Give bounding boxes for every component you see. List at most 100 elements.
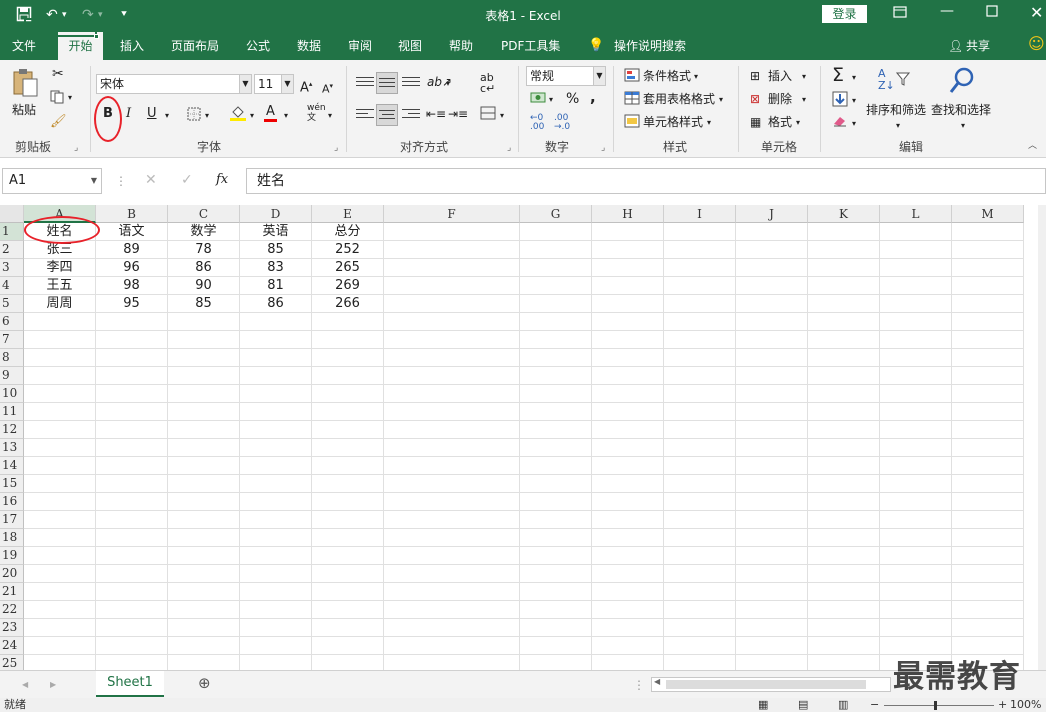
cell-e15[interactable] — [312, 475, 384, 493]
increase-decimal-icon[interactable]: ←0.00 — [530, 114, 544, 132]
tab-formulas[interactable]: 公式 — [246, 38, 270, 54]
cell-f25[interactable] — [384, 655, 520, 670]
cell-m5[interactable] — [952, 295, 1024, 313]
cancel-formula-icon[interactable]: ✕ — [145, 172, 157, 188]
cell-l17[interactable] — [880, 511, 952, 529]
prev-sheet-icon[interactable]: ◀ — [22, 677, 28, 693]
cell-f11[interactable] — [384, 403, 520, 421]
cell-c8[interactable] — [168, 349, 240, 367]
cell-e3[interactable]: 265 — [312, 259, 384, 277]
cell-g1[interactable] — [520, 223, 592, 241]
cell-h6[interactable] — [592, 313, 664, 331]
cell-e24[interactable] — [312, 637, 384, 655]
cell-d12[interactable] — [240, 421, 312, 439]
cell-j5[interactable] — [736, 295, 808, 313]
cell-f10[interactable] — [384, 385, 520, 403]
align-center-icon[interactable] — [376, 104, 398, 126]
cell-g19[interactable] — [520, 547, 592, 565]
cell-k25[interactable] — [808, 655, 880, 670]
cell-d25[interactable] — [240, 655, 312, 670]
cell-e4[interactable]: 269 — [312, 277, 384, 295]
cell-k8[interactable] — [808, 349, 880, 367]
cell-f6[interactable] — [384, 313, 520, 331]
format-as-table-dropdown-icon[interactable]: ▾ — [719, 92, 723, 108]
cell-m16[interactable] — [952, 493, 1024, 511]
clear-dropdown-icon[interactable]: ▾ — [852, 116, 856, 132]
cell-d13[interactable] — [240, 439, 312, 457]
cell-b11[interactable] — [96, 403, 168, 421]
cell-a24[interactable] — [24, 637, 96, 655]
cell-h16[interactable] — [592, 493, 664, 511]
cell-l2[interactable] — [880, 241, 952, 259]
cell-d4[interactable]: 81 — [240, 277, 312, 295]
cell-h9[interactable] — [592, 367, 664, 385]
comma-button[interactable]: , — [590, 89, 596, 105]
cell-i1[interactable] — [664, 223, 736, 241]
cut-icon[interactable]: ✂ — [52, 66, 64, 82]
cell-j12[interactable] — [736, 421, 808, 439]
cell-j23[interactable] — [736, 619, 808, 637]
row-header-6[interactable]: 6 — [0, 313, 24, 331]
cell-h24[interactable] — [592, 637, 664, 655]
minimize-icon[interactable]: — — [940, 3, 954, 19]
column-header-a[interactable]: A — [24, 205, 96, 223]
row-header-24[interactable]: 24 — [0, 637, 24, 655]
currency-icon[interactable] — [530, 91, 546, 109]
bold-button[interactable]: B — [103, 106, 113, 122]
cell-m20[interactable] — [952, 565, 1024, 583]
ribbon-display-icon[interactable] — [893, 5, 907, 23]
cell-f9[interactable] — [384, 367, 520, 385]
cell-c4[interactable]: 90 — [168, 277, 240, 295]
cell-k10[interactable] — [808, 385, 880, 403]
cell-l18[interactable] — [880, 529, 952, 547]
cell-d17[interactable] — [240, 511, 312, 529]
cell-g9[interactable] — [520, 367, 592, 385]
cell-h18[interactable] — [592, 529, 664, 547]
cell-c21[interactable] — [168, 583, 240, 601]
cell-i9[interactable] — [664, 367, 736, 385]
format-as-table-button[interactable]: 套用表格格式 — [643, 91, 715, 107]
row-header-2[interactable]: 2 — [0, 241, 24, 259]
cell-a2[interactable]: 张三 — [24, 241, 96, 259]
cell-g14[interactable] — [520, 457, 592, 475]
underline-button[interactable]: U — [147, 106, 157, 122]
cell-i22[interactable] — [664, 601, 736, 619]
cell-f16[interactable] — [384, 493, 520, 511]
cell-d16[interactable] — [240, 493, 312, 511]
cell-g7[interactable] — [520, 331, 592, 349]
cell-f22[interactable] — [384, 601, 520, 619]
cell-m21[interactable] — [952, 583, 1024, 601]
cell-a11[interactable] — [24, 403, 96, 421]
cell-i19[interactable] — [664, 547, 736, 565]
cell-e23[interactable] — [312, 619, 384, 637]
cell-i7[interactable] — [664, 331, 736, 349]
cell-h23[interactable] — [592, 619, 664, 637]
cell-e14[interactable] — [312, 457, 384, 475]
cell-e7[interactable] — [312, 331, 384, 349]
cell-d24[interactable] — [240, 637, 312, 655]
align-bottom-icon[interactable] — [402, 74, 420, 92]
cell-g18[interactable] — [520, 529, 592, 547]
cell-e10[interactable] — [312, 385, 384, 403]
cell-h14[interactable] — [592, 457, 664, 475]
cell-m9[interactable] — [952, 367, 1024, 385]
cell-c14[interactable] — [168, 457, 240, 475]
tab-review[interactable]: 审阅 — [348, 38, 372, 54]
cell-b10[interactable] — [96, 385, 168, 403]
cell-b14[interactable] — [96, 457, 168, 475]
cell-b18[interactable] — [96, 529, 168, 547]
cell-m7[interactable] — [952, 331, 1024, 349]
cell-f17[interactable] — [384, 511, 520, 529]
cell-h5[interactable] — [592, 295, 664, 313]
cell-a19[interactable] — [24, 547, 96, 565]
delete-cells-dropdown-icon[interactable]: ▾ — [802, 92, 806, 108]
cell-m12[interactable] — [952, 421, 1024, 439]
cell-styles-icon[interactable] — [624, 114, 640, 132]
orientation-dropdown-icon[interactable]: ▾ — [446, 76, 450, 92]
cell-c10[interactable] — [168, 385, 240, 403]
cell-l8[interactable] — [880, 349, 952, 367]
cell-f2[interactable] — [384, 241, 520, 259]
merge-dropdown-icon[interactable]: ▾ — [500, 108, 504, 124]
cell-c5[interactable]: 85 — [168, 295, 240, 313]
cell-e9[interactable] — [312, 367, 384, 385]
